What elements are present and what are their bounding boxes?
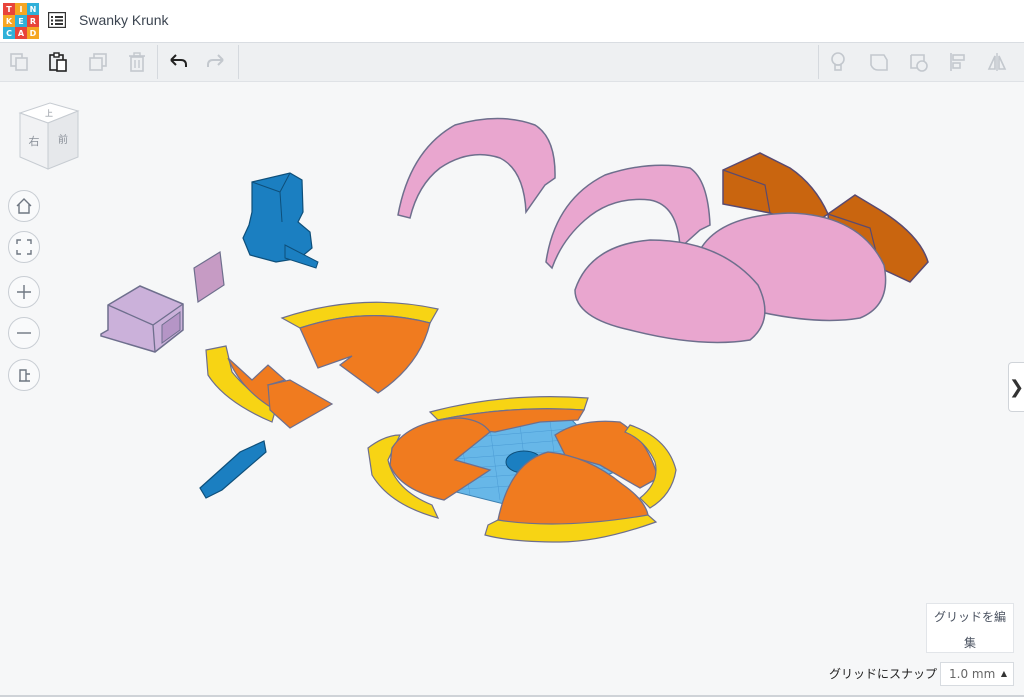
logo-letter: E (15, 15, 27, 27)
lavender-plate-shape[interactable] (193, 250, 225, 304)
edit-grid-button[interactable]: グリッドを編 集 (926, 603, 1014, 653)
blue-bar-shape[interactable] (199, 440, 267, 499)
delete-button[interactable] (124, 49, 150, 75)
orange-dome-segment-shape[interactable] (367, 417, 492, 519)
caret-up-icon: ▲ (1000, 669, 1007, 678)
design-title[interactable]: Swanky Krunk (79, 12, 168, 28)
lightbulb-button[interactable] (825, 49, 851, 75)
orange-dome-segment-shape[interactable] (280, 301, 439, 394)
edit-grid-label-line2: 集 (963, 636, 976, 650)
logo-letter: K (3, 15, 15, 27)
tinkercad-logo[interactable]: TINKERCAD (3, 3, 39, 39)
logo-letter: N (27, 3, 39, 15)
paste-button[interactable] (45, 49, 71, 75)
panel-toggle-button[interactable]: ❯ (1008, 362, 1024, 412)
workplane-scene[interactable] (0, 82, 1024, 697)
snap-grid-value: 1.0 mm (949, 667, 996, 681)
copy-button[interactable] (6, 49, 32, 75)
copy-icon (10, 53, 28, 71)
note-icon (870, 54, 888, 71)
logo-letter: D (27, 27, 39, 39)
edit-toolbar (0, 43, 1024, 82)
shape-button[interactable] (906, 49, 932, 75)
align-icon (950, 53, 965, 71)
list-icon[interactable] (48, 12, 66, 28)
duplicate-icon (89, 53, 107, 71)
top-bar: TINKERCAD Swanky Krunk (0, 0, 1024, 43)
logo-letter: C (3, 27, 15, 39)
logo-letter: A (15, 27, 27, 39)
pink-arch-shape[interactable] (397, 117, 556, 219)
delete-icon (129, 52, 145, 72)
mirror-button[interactable] (984, 49, 1010, 75)
note-button[interactable] (866, 49, 892, 75)
logo-letter: T (3, 3, 15, 15)
redo-button[interactable] (203, 49, 229, 75)
snap-grid-select[interactable]: 1.0 mm ▲ (940, 662, 1014, 686)
blue-figure-shape[interactable] (242, 172, 319, 269)
redo-icon (207, 54, 224, 67)
undo-icon (170, 54, 187, 67)
logo-letter: R (27, 15, 39, 27)
paste-icon (49, 52, 67, 72)
align-button[interactable] (945, 49, 971, 75)
edit-grid-label-line1: グリッドを編 (933, 610, 1006, 624)
snap-grid-label: グリッドにスナップ (829, 667, 938, 681)
lavender-box-shape[interactable] (100, 285, 184, 353)
shape-icon (910, 54, 928, 72)
undo-button[interactable] (165, 49, 191, 75)
mirror-icon (987, 53, 1007, 71)
logo-letter: I (15, 3, 27, 15)
duplicate-button[interactable] (85, 49, 111, 75)
lightbulb-icon (831, 52, 845, 71)
